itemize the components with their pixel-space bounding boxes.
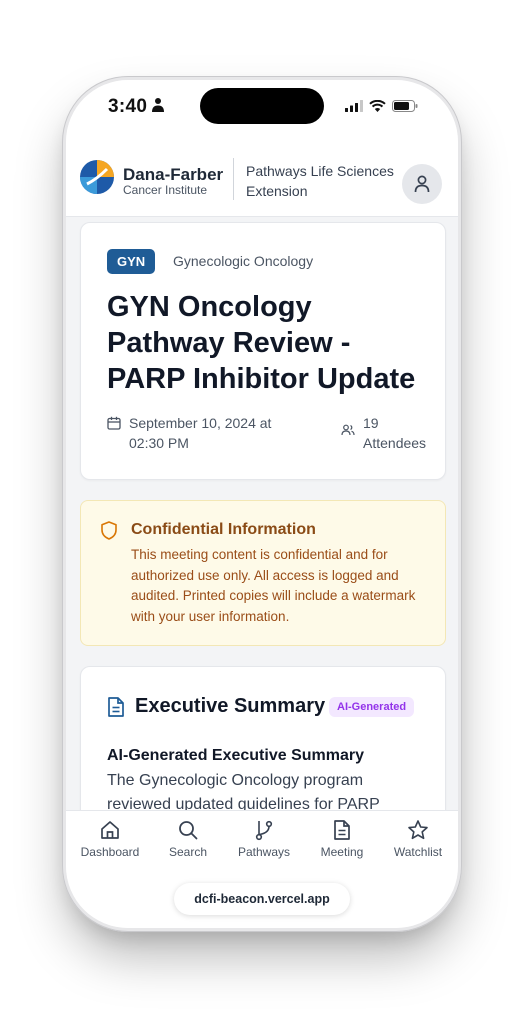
meeting-attendees: 19 Attendees <box>341 413 433 453</box>
tab-meeting[interactable]: Meeting <box>304 819 380 859</box>
confidential-alert: Confidential Information This meeting co… <box>80 500 446 646</box>
tab-pathways[interactable]: Pathways <box>226 819 302 859</box>
tab-label: Meeting <box>320 845 364 859</box>
meeting-card: GYN Gynecologic Oncology GYN Oncology Pa… <box>80 222 446 480</box>
specialty-label: Gynecologic Oncology <box>173 253 314 269</box>
shield-icon <box>101 521 117 540</box>
header-extension-label: Pathways Life Sciences Extension <box>246 163 394 199</box>
ai-generated-badge: AI-Generated <box>329 697 415 717</box>
home-icon <box>101 821 119 839</box>
summary-heading: AI-Generated Executive Summary <box>107 747 364 764</box>
search-icon <box>179 821 198 840</box>
logo-subtitle: Cancer Institute <box>123 183 208 197</box>
tab-label: Search <box>168 845 208 859</box>
document-icon <box>334 820 350 840</box>
user-avatar-button[interactable] <box>402 164 442 204</box>
app-header: Dana-Farber Cancer Institute Pathways Li… <box>66 136 458 217</box>
status-time: 3:40 <box>108 96 148 117</box>
logo-title: Dana-Farber <box>123 165 224 184</box>
status-bar: 3:40 <box>66 80 458 136</box>
git-branch-icon <box>255 820 273 841</box>
tab-dashboard[interactable]: Dashboard <box>72 819 148 859</box>
cellular-signal-icon <box>345 100 363 112</box>
star-icon <box>408 820 428 840</box>
summary-title: Executive Summary <box>135 695 326 717</box>
alert-body: This meeting content is confidential and… <box>131 547 416 624</box>
tab-search[interactable]: Search <box>150 819 226 859</box>
tab-label: Dashboard <box>80 845 140 859</box>
dana-farber-logo-icon[interactable] <box>80 160 114 194</box>
meeting-date: September 10, 2024 at 02:30 PM <box>107 413 289 453</box>
browser-url-bar[interactable]: dcfi-beacon.vercel.app <box>174 883 350 915</box>
document-icon <box>108 697 124 717</box>
alert-title: Confidential Information <box>131 521 316 538</box>
phone-screen: 3:40 Dana-Farber Cancer Institute Pathwa… <box>66 80 458 928</box>
tab-watchlist[interactable]: Watchlist <box>380 819 456 859</box>
person-icon <box>152 98 164 112</box>
meeting-title: GYN Oncology Pathway Review - PARP Inhib… <box>107 291 416 395</box>
battery-icon <box>392 100 418 112</box>
users-icon <box>341 424 355 436</box>
header-divider <box>233 158 234 200</box>
dynamic-island <box>200 88 324 124</box>
wifi-icon <box>369 100 386 112</box>
tab-label: Pathways <box>237 845 291 859</box>
attendees-text: 19 Attendees <box>363 415 427 451</box>
specialty-badge: GYN <box>107 249 156 274</box>
meeting-date-text: September 10, 2024 at 02:30 PM <box>129 415 272 451</box>
calendar-icon <box>107 416 121 430</box>
tab-label: Watchlist <box>393 845 443 859</box>
user-icon <box>414 175 430 193</box>
bottom-tab-bar: Dashboard Search Pathways Meeting Watchl… <box>66 810 458 928</box>
